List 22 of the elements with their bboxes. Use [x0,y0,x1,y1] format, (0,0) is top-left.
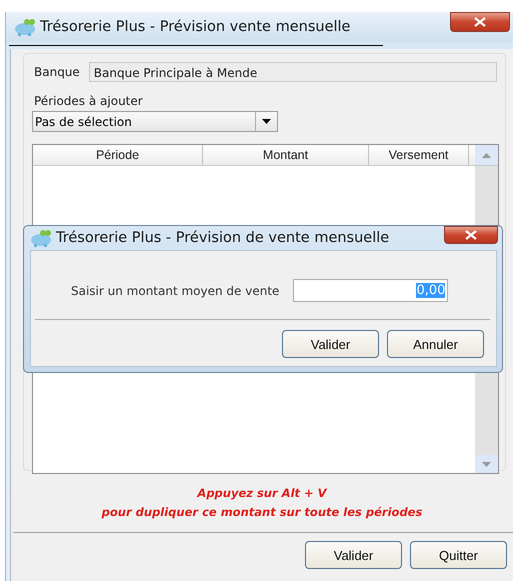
periods-dropdown[interactable]: Pas de sélection [32,111,278,132]
dialog-button[interactable]: Valider [305,541,402,569]
piggy-bank-icon [14,18,36,36]
hint-text: Appuyez sur Alt + V [196,485,328,502]
column-header[interactable]: Montant [203,145,369,165]
close-button[interactable] [450,12,510,32]
bank-label: Banque [33,65,80,79]
hint-text: pour dupliquer ce montant sur toute les périodes [100,504,424,521]
column-header[interactable]: Période [33,145,203,165]
close-icon [474,17,486,27]
column-header[interactable]: Versement [369,145,469,165]
periods-label: Périodes à ajouter [33,94,144,108]
bank-field[interactable]: Banque Principale à Mende [88,62,497,82]
dialog-button[interactable]: Valider [282,330,379,358]
piggy-bank-icon [30,229,52,247]
dialog-button[interactable]: Annuler [387,330,484,358]
close-button[interactable] [444,226,498,244]
amount-label: Saisir un montant moyen de vente [71,284,280,298]
dialog-button[interactable]: Quitter [410,541,507,569]
dialog-title: Trésorerie Plus - Prévision de vente mensuelle [56,230,390,246]
close-icon [465,230,477,240]
window-title: Trésorerie Plus - Prévision vente mensuelle [40,19,350,35]
